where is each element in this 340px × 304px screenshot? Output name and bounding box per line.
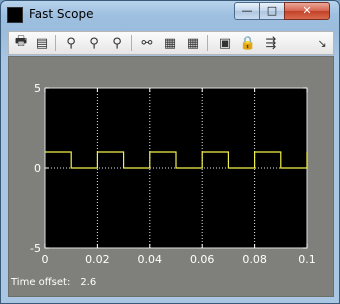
x-tick-label: 0.02	[85, 253, 110, 266]
print-icon[interactable]: 🖶	[12, 34, 30, 51]
toolbar-separator	[55, 35, 56, 51]
scope-display: 0 0.02 0.04 0.06 0.08 0.1 5 0 -5 Time offset: 2.6	[8, 56, 334, 297]
window-title: Fast Scope	[29, 7, 94, 21]
save-axes-settings-icon[interactable]: ▦	[161, 35, 179, 51]
y-tick-label: -5	[30, 242, 41, 255]
autoscale-icon[interactable]: ⚯	[138, 35, 156, 51]
x-tick-label: 0	[42, 253, 49, 266]
scope-app-icon	[7, 7, 23, 23]
scope-plot[interactable]: 0 0.02 0.04 0.06 0.08 0.150-5	[9, 57, 333, 296]
zoom-icon[interactable]: ⚲	[62, 35, 80, 51]
floating-scope-icon[interactable]: ▣	[216, 35, 234, 51]
restore-axes-settings-icon[interactable]: ▦	[184, 35, 202, 51]
x-tick-label: 0.1	[298, 253, 316, 266]
time-offset-value: 2.6	[80, 277, 97, 288]
maximize-button[interactable]: □	[259, 2, 285, 20]
zoom-x-icon[interactable]: ⚲	[85, 35, 103, 51]
time-offset-label: Time offset:	[11, 277, 71, 288]
y-tick-label: 5	[34, 82, 41, 95]
dock-arrow-icon[interactable]: ↘	[313, 35, 331, 51]
x-tick-label: 0.04	[138, 253, 163, 266]
lock-axes-icon[interactable]: 🔒	[239, 35, 257, 51]
time-offset-status: Time offset: 2.6	[11, 277, 96, 288]
close-button[interactable]: ✕	[284, 2, 330, 20]
x-tick-label: 0.08	[242, 253, 267, 266]
scope-window: Fast Scope — □ ✕ 🖶 ▤ ⚲ ⚲ ⚲ ⚯ ▦ ▦ ▣ 🔒 ⇶ ↘…	[0, 0, 340, 304]
x-tick-label: 0.06	[190, 253, 215, 266]
signal-selection-icon[interactable]: ⇶	[262, 35, 280, 51]
y-tick-label: 0	[34, 162, 41, 175]
title-bar[interactable]: Fast Scope — □ ✕	[1, 1, 339, 29]
toolbar-separator	[207, 35, 208, 51]
toolbar: 🖶 ▤ ⚲ ⚲ ⚲ ⚯ ▦ ▦ ▣ 🔒 ⇶ ↘	[8, 31, 334, 55]
zoom-y-icon[interactable]: ⚲	[108, 35, 126, 51]
parameters-icon[interactable]: ▤	[33, 35, 51, 51]
toolbar-separator	[131, 35, 132, 51]
minimize-button[interactable]: —	[234, 2, 260, 20]
